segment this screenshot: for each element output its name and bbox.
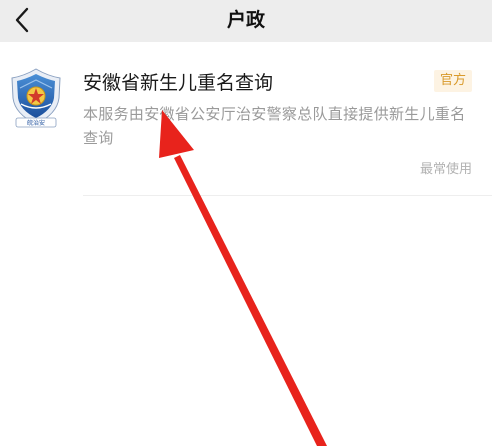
police-shield-badge-icon: 皖治安 xyxy=(11,68,61,128)
service-result-item[interactable]: 皖治安 安徽省新生儿重名查询 官方 本服务由安徽省公安厅治安警察总队直接提供新生… xyxy=(0,42,492,194)
header-bar: 户政 xyxy=(0,0,492,42)
logo-caption: 皖治安 xyxy=(27,119,45,127)
page-title: 户政 xyxy=(226,9,265,31)
service-description: 本服务由安徽省公安厅治安警察总队直接提供新生儿重名查询 xyxy=(83,105,466,147)
usage-label: 最常使用 xyxy=(419,162,472,177)
service-title[interactable]: 安徽省新生儿重名查询 xyxy=(83,68,273,95)
list-divider xyxy=(83,195,492,196)
official-badge: 官方 xyxy=(434,70,472,92)
